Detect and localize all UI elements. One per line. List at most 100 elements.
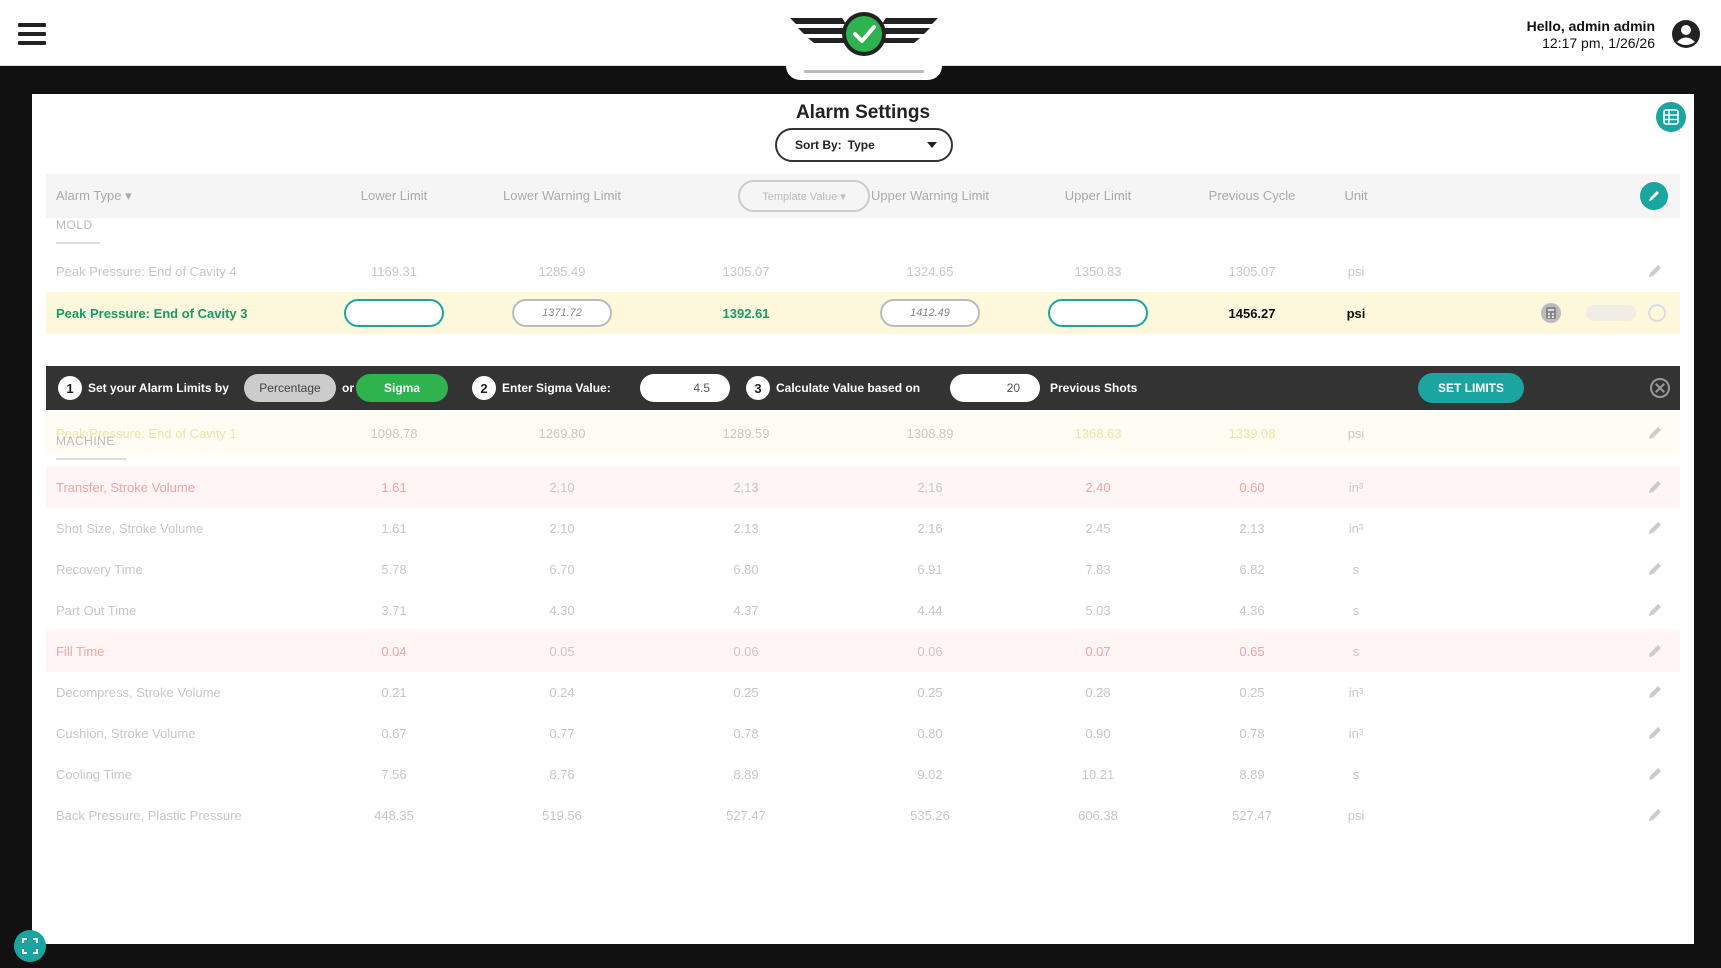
pencil-icon[interactable] [1646,262,1664,280]
template-value: 0.25 [733,685,759,700]
pencil-icon[interactable] [1646,601,1664,619]
pencil-icon[interactable] [1646,519,1664,537]
section-machine-label: MACHINE [56,434,115,448]
sigma-value-input[interactable]: 4.5 [640,374,730,402]
previous-shots-input[interactable]: 20 [950,374,1040,402]
logo-tab [786,0,942,80]
table-row[interactable]: Cushion, Stroke Volume 0.67 0.77 0.78 0.80 0.… [46,712,1680,754]
lower-warning: 6.70 [549,562,575,577]
upper-limit: 1368.63 [1074,426,1122,441]
alarm-name: Peak Pressure: End of Cavity 4 [56,264,237,279]
section-underline [56,458,126,460]
template-value: 6.80 [733,562,759,577]
datetime-text: 12:17 pm, 1/26/26 [1542,35,1655,51]
pencil-icon[interactable] [1646,560,1664,578]
chevron-down-icon [927,142,937,148]
upper-limit: 2.40 [1085,480,1111,495]
upper-warning-input[interactable]: 1412.49 [880,299,980,327]
table-row-editing[interactable]: Peak Pressure: End of Cavity 3 1371.72 1… [46,292,1680,334]
fullscreen-button[interactable] [14,930,46,962]
upper-warning: 2.16 [917,521,943,536]
upper-limit: 1350.83 [1074,264,1122,279]
lower-warning: 8.76 [549,767,575,782]
pencil-icon[interactable] [1646,683,1664,701]
previous-cycle: 1305.07 [1228,264,1276,279]
col-alarm-type[interactable]: Alarm Type ▾ [56,188,132,204]
upper-limit-input[interactable] [1048,299,1148,327]
unit: psi [1346,306,1366,321]
pencil-icon[interactable] [1646,806,1664,824]
user-greeting: Hello, admin admin 12:17 pm, 1/26/26 [1527,18,1655,52]
table-row[interactable]: Peak Pressure: End of Cavity 4 1169.31 1… [46,250,1680,292]
table-row[interactable]: Transfer, Stroke Volume 1.61 2.10 2.13 2.16 2… [46,466,1680,508]
upper-limit: 7.83 [1085,562,1111,577]
upper-limit: 2.45 [1085,521,1111,536]
sort-by-label: Sort By: [795,138,842,152]
table-row[interactable]: Shot Size, Stroke Volume 1.61 2.10 2.13 2.16… [46,507,1680,549]
table-row[interactable]: Peak Pressure: End of Cavity 1 1098.78 1… [46,412,1680,454]
col-lower-limit: Lower Limit [360,188,428,203]
table-view-button[interactable] [1656,102,1686,132]
template-value: 0.06 [733,644,759,659]
page-title: Alarm Settings [795,102,931,123]
col-upper-limit: Upper Limit [1064,188,1132,203]
pencil-icon[interactable] [1646,724,1664,742]
sort-by-dropdown[interactable]: Sort By: Type [775,128,953,162]
previous-cycle: 8.89 [1239,767,1265,782]
sigma-button[interactable]: Sigma [356,374,448,402]
percentage-button[interactable]: Percentage [244,374,336,402]
alarm-name: Part Out Time [56,603,137,618]
previous-cycle: 6.82 [1239,562,1265,577]
lower-limit: 3.71 [381,603,407,618]
pencil-icon[interactable] [1646,478,1664,496]
lower-warning: 2.10 [549,480,575,495]
table-row[interactable]: Fill Time 0.04 0.05 0.06 0.06 0.07 0.65 s [46,630,1680,672]
template-value: 1289.59 [722,426,770,441]
pencil-icon[interactable] [1646,765,1664,783]
table-row[interactable]: Part Out Time 3.71 4.30 4.37 4.44 5.03 4.36 s [46,589,1680,631]
alarm-name: Transfer, Stroke Volume [56,480,195,495]
previous-cycle: 0.65 [1239,644,1265,659]
table-row[interactable]: Cooling Time 7.56 8.76 8.89 9.02 10.21 8.89 s [46,753,1680,795]
sort-by-value: Type [847,138,875,152]
previous-cycle: 0.25 [1239,685,1265,700]
unit: in³ [1348,685,1364,700]
menu-icon[interactable] [18,23,46,45]
alarm-settings-card: Alarm Settings Sort By: Type Alarm Type … [32,94,1694,944]
pencil-icon[interactable] [1646,424,1664,442]
upper-warning: 1324.65 [906,264,954,279]
expand-icon [22,938,38,954]
cancel-icon[interactable] [1648,304,1666,322]
table-row[interactable]: Recovery Time 5.78 6.70 6.80 6.91 7.83 6.82 s [46,548,1680,590]
upper-warning: 9.02 [917,767,943,782]
upper-warning: 1308.89 [906,426,954,441]
template-value: 4.37 [733,603,759,618]
lower-warning: 1285.49 [538,264,586,279]
upper-warning: 0.80 [917,726,943,741]
close-icon[interactable] [1650,378,1670,398]
unit: s [1352,644,1360,659]
account-icon[interactable] [1671,19,1701,49]
step-1-text: Set your Alarm Limits by [88,381,229,395]
upper-warning: 4.44 [917,603,943,618]
col-unit: Unit [1344,188,1368,203]
upper-limit: 10.21 [1081,767,1115,782]
set-limits-button[interactable]: SET LIMITS [1418,373,1524,403]
table-row[interactable]: Decompress, Stroke Volume 0.21 0.24 0.25 0.2… [46,671,1680,713]
template-value-dropdown[interactable]: Template Value ▾ [738,180,870,212]
table-row[interactable]: Back Pressure, Plastic Pressure 448.35 519… [46,794,1680,836]
lower-limit: 1169.31 [370,264,418,279]
calculator-icon[interactable] [1540,302,1562,324]
alarm-name: Back Pressure, Plastic Pressure [56,808,242,823]
template-value: 2.13 [733,480,759,495]
lower-warning-input[interactable]: 1371.72 [512,299,612,327]
pencil-icon[interactable] [1646,642,1664,660]
edit-all-button[interactable] [1640,182,1668,210]
unit: in³ [1348,480,1364,495]
lower-limit-input[interactable] [344,299,444,327]
col-previous-cycle: Previous Cycle [1208,188,1296,203]
section-underline [56,242,100,244]
lower-limit: 1098.78 [370,426,418,441]
unit: s [1352,562,1360,577]
lower-warning: 0.77 [549,726,575,741]
